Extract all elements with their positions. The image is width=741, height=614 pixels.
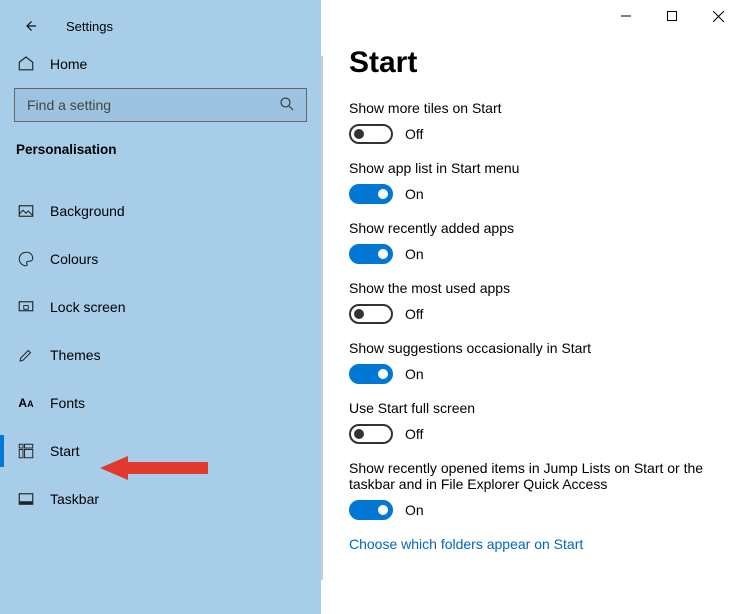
sidebar-item-label: Start: [50, 443, 80, 459]
toggle-state: Off: [405, 126, 423, 142]
taskbar-icon: [16, 490, 36, 508]
sidebar-item-label: Themes: [50, 347, 101, 363]
sidebar-item-label: Background: [50, 203, 125, 219]
setting-label: Show suggestions occasionally in Start: [349, 340, 719, 356]
sidebar-section-title: Personalisation: [0, 132, 321, 169]
toggle-state: On: [405, 186, 424, 202]
setting-app-list: Show app list in Start menu On: [349, 160, 719, 204]
sidebar-home-label: Home: [50, 56, 87, 72]
toggle-state: Off: [405, 306, 423, 322]
sidebar-item-background[interactable]: Background: [0, 187, 321, 235]
setting-suggestions: Show suggestions occasionally in Start O…: [349, 340, 719, 384]
setting-full-screen: Use Start full screen Off: [349, 400, 719, 444]
toggle-most-used[interactable]: [349, 304, 393, 324]
brush-icon: [16, 346, 36, 364]
toggle-full-screen[interactable]: [349, 424, 393, 444]
minimize-button[interactable]: [603, 0, 649, 32]
toggle-app-list[interactable]: [349, 184, 393, 204]
scrollbar[interactable]: [321, 56, 323, 580]
sidebar-item-taskbar[interactable]: Taskbar: [0, 475, 321, 523]
search-box[interactable]: [14, 88, 307, 122]
search-icon: [278, 95, 296, 116]
sidebar-item-start[interactable]: Start: [0, 427, 321, 475]
setting-label: Use Start full screen: [349, 400, 719, 416]
page-heading: Start: [349, 46, 719, 80]
toggle-state: Off: [405, 426, 423, 442]
sidebar-nav: Background Colours Lock screen Themes AA…: [0, 187, 321, 523]
toggle-suggestions[interactable]: [349, 364, 393, 384]
setting-label: Show the most used apps: [349, 280, 719, 296]
maximize-icon: [667, 11, 677, 21]
setting-label: Show recently opened items in Jump Lists…: [349, 460, 719, 492]
setting-label: Show recently added apps: [349, 220, 719, 236]
toggle-state: On: [405, 502, 424, 518]
setting-most-used: Show the most used apps Off: [349, 280, 719, 324]
setting-jump-lists: Show recently opened items in Jump Lists…: [349, 460, 719, 520]
link-choose-folders[interactable]: Choose which folders appear on Start: [349, 536, 719, 552]
titlebar: Settings: [0, 0, 321, 40]
setting-recently-added: Show recently added apps On: [349, 220, 719, 264]
search-input[interactable]: [25, 96, 278, 114]
start-icon: [16, 442, 36, 460]
sidebar-item-themes[interactable]: Themes: [0, 331, 321, 379]
sidebar-item-fonts[interactable]: AA Fonts: [0, 379, 321, 427]
sidebar-item-label: Colours: [50, 251, 98, 267]
close-icon: [713, 11, 724, 22]
back-button[interactable]: [18, 14, 42, 38]
window-controls: [603, 0, 741, 32]
minimize-icon: [621, 11, 631, 21]
sidebar-item-lock-screen[interactable]: Lock screen: [0, 283, 321, 331]
font-icon: AA: [16, 396, 36, 410]
toggle-state: On: [405, 246, 424, 262]
maximize-button[interactable]: [649, 0, 695, 32]
sidebar-home[interactable]: Home: [0, 40, 321, 80]
home-icon: [16, 54, 36, 75]
setting-more-tiles: Show more tiles on Start Off: [349, 100, 719, 144]
sidebar-item-label: Taskbar: [50, 491, 99, 507]
sidebar: Settings Home Personalisation Background: [0, 0, 321, 614]
toggle-recently-added[interactable]: [349, 244, 393, 264]
lock-icon: [16, 298, 36, 316]
close-button[interactable]: [695, 0, 741, 32]
setting-label: Show app list in Start menu: [349, 160, 719, 176]
toggle-state: On: [405, 366, 424, 382]
setting-label: Show more tiles on Start: [349, 100, 719, 116]
toggle-more-tiles[interactable]: [349, 124, 393, 144]
palette-icon: [16, 250, 36, 268]
sidebar-item-colours[interactable]: Colours: [0, 235, 321, 283]
sidebar-item-label: Lock screen: [50, 299, 125, 315]
arrow-left-icon: [21, 17, 39, 35]
toggle-jump-lists[interactable]: [349, 500, 393, 520]
image-icon: [16, 202, 36, 220]
window-title: Settings: [66, 19, 113, 34]
main-pane: Start Show more tiles on Start Off Show …: [321, 0, 741, 614]
sidebar-item-label: Fonts: [50, 395, 85, 411]
